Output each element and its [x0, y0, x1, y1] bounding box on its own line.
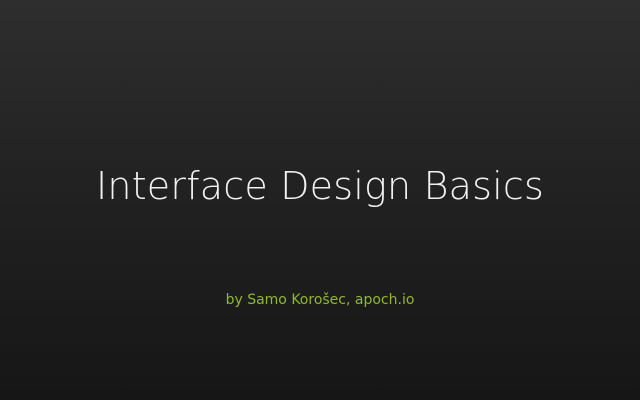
slide-subtitle: by Samo Korošec, apoch.io [225, 292, 415, 308]
title-slide: Interface Design Basics by Samo Korošec,… [0, 0, 640, 400]
slide-title: Interface Design Basics [96, 164, 544, 208]
